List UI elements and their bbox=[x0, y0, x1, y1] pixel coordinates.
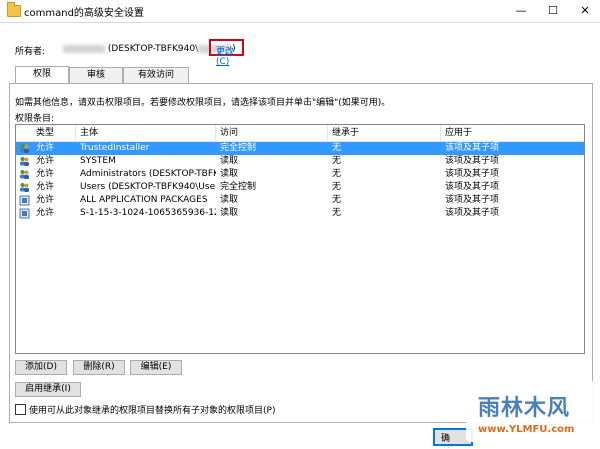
row-inherited-from: 无 bbox=[332, 156, 342, 166]
redacted-username bbox=[63, 44, 105, 53]
column-principal[interactable]: 主体 bbox=[76, 125, 216, 141]
users-icon bbox=[19, 169, 30, 180]
package-icon bbox=[19, 208, 30, 219]
permission-entries-list[interactable]: 类型 主体 访问 继承于 应用于 允许 TrustedInstaller 完全控制无… bbox=[15, 124, 585, 354]
window-title: command的高级安全设置 bbox=[24, 8, 144, 19]
owner-value-text: (DESKTOP-TBFK940\ bbox=[107, 44, 199, 54]
users-icon bbox=[19, 156, 30, 167]
row-principal: Users (DESKTOP-TBFK940\Users) bbox=[80, 182, 216, 192]
row-principal: SYSTEM bbox=[80, 156, 116, 166]
watermark-url: www.YLMFU.com bbox=[478, 424, 575, 435]
folder-icon bbox=[7, 2, 21, 17]
title-bar: command的高级安全设置 — ☐ ✕ bbox=[0, 0, 600, 23]
package-icon bbox=[19, 195, 30, 206]
row-inherited-from: 无 bbox=[332, 182, 342, 192]
row-type: 允许 bbox=[36, 143, 55, 153]
row-inherited-from: 无 bbox=[332, 195, 342, 205]
replace-child-permissions-checkbox[interactable] bbox=[15, 404, 26, 415]
table-row[interactable]: 允许 ALL APPLICATION PACKAGES 读取 无 该项及其子项 bbox=[16, 194, 584, 207]
row-type: 允许 bbox=[36, 208, 55, 218]
row-principal: ALL APPLICATION PACKAGES bbox=[80, 195, 208, 205]
minimize-button[interactable]: — bbox=[506, 0, 536, 22]
enable-inheritance-button[interactable]: 启用继承(I) bbox=[15, 382, 81, 397]
edit-button[interactable]: 编辑(E) bbox=[130, 360, 182, 375]
column-applies-to[interactable]: 应用于 bbox=[441, 125, 584, 141]
watermark: 雨林木风 www.YLMFU.com bbox=[466, 380, 594, 442]
maximize-button[interactable]: ☐ bbox=[538, 0, 568, 22]
instructions-text: 如需其他信息，请双击权限项目。若要修改权限项目，请选择该项目并单击"编辑"(如果… bbox=[15, 98, 391, 108]
close-button[interactable]: ✕ bbox=[570, 0, 600, 22]
row-inherited-from: 无 bbox=[332, 143, 342, 153]
add-button[interactable]: 添加(D) bbox=[15, 360, 67, 375]
row-principal: S-1-15-3-1024-1065365936-128... bbox=[80, 208, 216, 218]
row-applies-to: 该项及其子项 bbox=[445, 143, 500, 153]
remove-button[interactable]: 删除(R) bbox=[73, 360, 125, 375]
table-row[interactable]: 允许 SYSTEM 读取 无 该项及其子项 bbox=[16, 155, 584, 168]
column-access[interactable]: 访问 bbox=[216, 125, 328, 141]
permission-entries-label: 权限条目: bbox=[15, 114, 55, 124]
row-access: 读取 bbox=[220, 169, 239, 179]
row-type: 允许 bbox=[36, 156, 55, 166]
row-access: 读取 bbox=[220, 195, 239, 205]
row-inherited-from: 无 bbox=[332, 169, 342, 179]
row-inherited-from: 无 bbox=[332, 208, 342, 218]
column-type[interactable]: 类型 bbox=[32, 125, 76, 141]
tab-effective-access[interactable]: 有效访问 bbox=[123, 67, 189, 83]
row-principal: Administrators (DESKTOP-TBFK9... bbox=[80, 169, 216, 179]
row-applies-to: 该项及其子项 bbox=[445, 182, 500, 192]
users-icon bbox=[19, 182, 30, 193]
change-owner-highlight: 更改(C) bbox=[209, 39, 244, 67]
row-type: 允许 bbox=[36, 182, 55, 192]
list-header: 类型 主体 访问 继承于 应用于 bbox=[16, 125, 584, 142]
table-row[interactable]: 允许 TrustedInstaller 完全控制 无 该项及其子项 bbox=[16, 142, 584, 155]
row-type: 允许 bbox=[36, 169, 55, 179]
tab-permissions[interactable]: 权限 bbox=[15, 66, 69, 84]
row-applies-to: 该项及其子项 bbox=[445, 208, 500, 218]
row-access: 读取 bbox=[220, 156, 239, 166]
row-principal: TrustedInstaller bbox=[80, 143, 150, 153]
column-inherited-from[interactable]: 继承于 bbox=[328, 125, 441, 141]
table-row[interactable]: 允许 Administrators (DESKTOP-TBFK9... 读取 无 该项及… bbox=[16, 168, 584, 181]
row-applies-to: 该项及其子项 bbox=[445, 169, 500, 179]
row-access: 完全控制 bbox=[220, 182, 257, 192]
row-type: 允许 bbox=[36, 195, 55, 205]
tab-auditing[interactable]: 审核 bbox=[69, 67, 123, 83]
watermark-title: 雨林木风 bbox=[478, 396, 571, 421]
users-icon bbox=[19, 143, 30, 154]
row-applies-to: 该项及其子项 bbox=[445, 195, 500, 205]
ok-button-label: 确 bbox=[441, 434, 451, 444]
change-owner-link[interactable]: 更改(C) bbox=[216, 44, 242, 67]
table-row[interactable]: 允许 Users (DESKTOP-TBFK940\Users) 完全控制 无 该项及其… bbox=[16, 181, 584, 194]
row-applies-to: 该项及其子项 bbox=[445, 156, 500, 166]
owner-label: 所有者: bbox=[15, 47, 46, 57]
row-access: 读取 bbox=[220, 208, 239, 218]
replace-child-permissions-label: 使用可从此对象继承的权限项目替换所有子对象的权限项目(P) bbox=[29, 406, 276, 416]
table-row[interactable]: 允许 S-1-15-3-1024-1065365936-128... 读取 无 该项及其… bbox=[16, 207, 584, 220]
row-access: 完全控制 bbox=[220, 143, 257, 153]
